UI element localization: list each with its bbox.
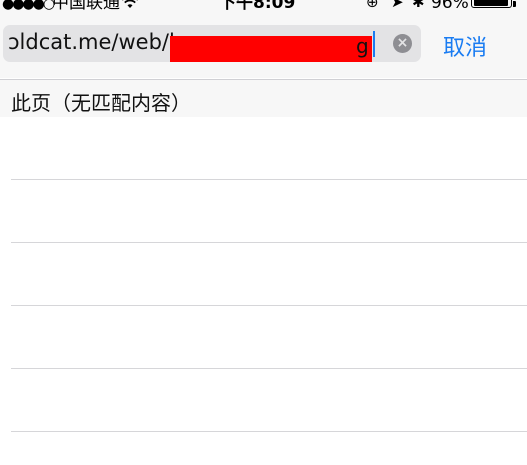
- row-separator: [11, 431, 527, 432]
- redaction-block: [170, 36, 372, 62]
- status-bar: ●●●●○ 中国联通 下午8:09 ⊕ ➤ ✱ 96%: [0, 0, 527, 14]
- row-separator: [11, 305, 527, 306]
- results-list: [0, 117, 527, 465]
- safari-find-screen: ●●●●○ 中国联通 下午8:09 ⊕ ➤ ✱ 96% ɔldcat.me/we…: [0, 0, 527, 465]
- cancel-button[interactable]: 取消: [443, 30, 487, 62]
- rotation-lock-icon: ⊕: [366, 0, 379, 11]
- battery-icon: [471, 0, 512, 8]
- search-bar: ɔldcat.me/web/l g × 取消: [0, 14, 527, 78]
- battery-percent: 96%: [431, 0, 469, 13]
- wifi-icon: [121, 0, 139, 12]
- bluetooth-icon: ✱: [412, 0, 425, 11]
- search-input-text-tail: g: [356, 34, 369, 58]
- location-arrow-icon: ➤: [391, 0, 404, 11]
- row-separator: [11, 179, 527, 180]
- battery-level-fill: [473, 0, 509, 6]
- text-cursor: [373, 31, 375, 57]
- row-separator: [11, 242, 527, 243]
- section-header: 此页（无匹配内容）: [0, 79, 527, 117]
- battery-cap: [513, 1, 516, 7]
- signal-strength-icon: ●●●●○: [2, 0, 55, 12]
- clear-icon[interactable]: ×: [393, 34, 412, 53]
- section-title: 此页（无匹配内容）: [11, 91, 191, 115]
- carrier-name: 中国联通: [52, 0, 120, 13]
- status-time: 下午8:09: [219, 0, 296, 13]
- row-separator: [11, 368, 527, 369]
- search-input-text: ɔldcat.me/web/l: [8, 30, 175, 54]
